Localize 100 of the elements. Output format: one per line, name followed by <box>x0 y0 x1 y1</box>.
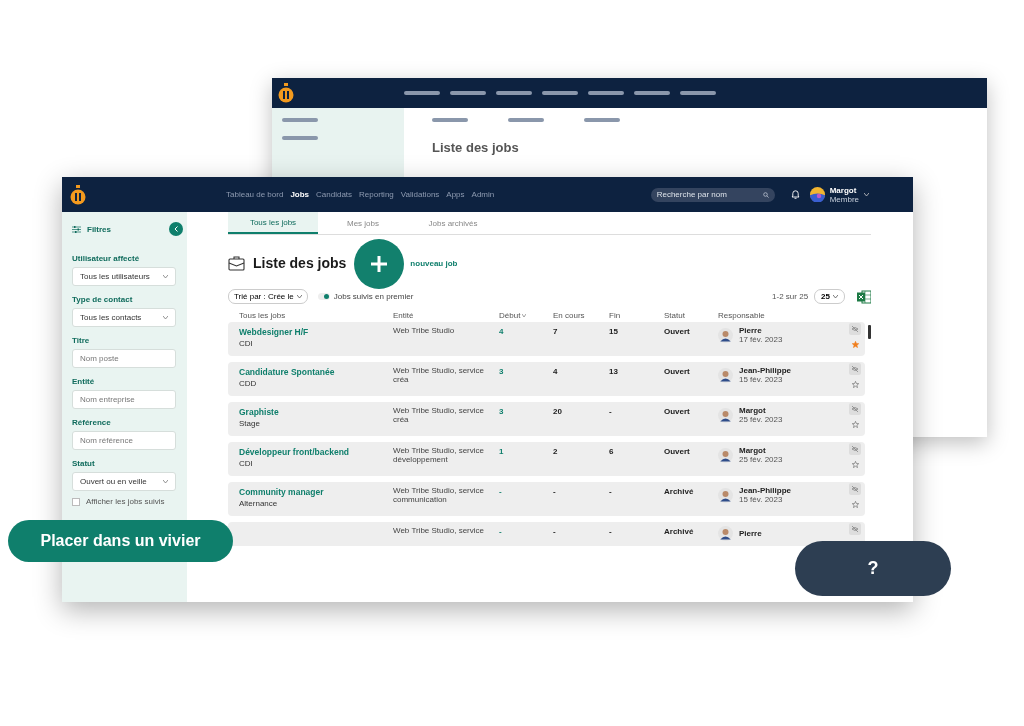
nav-link[interactable]: Validations <box>400 190 440 199</box>
add-button[interactable] <box>354 239 404 289</box>
table-row[interactable]: Web Tribe Studio, service - - - Archivé Pierre <box>228 522 865 546</box>
table-row[interactable]: Développeur front/backend CDI Web Tribe Studio, service développement 1 2 6 Ouvert Margot 25 fév. 2023 <box>228 442 865 476</box>
table-cell-text: Web Tribe Studio, service créa <box>393 407 485 425</box>
table-cell-text: - <box>609 527 613 536</box>
spreadsheet-icon[interactable] <box>857 289 871 304</box>
filter-label: Utilisateur affecté <box>72 254 141 263</box>
nav-link[interactable]: Tableau de bord <box>226 190 284 199</box>
bell-icon[interactable] <box>790 189 800 200</box>
hide-icon[interactable] <box>849 323 861 335</box>
table-cell-text: Web Tribe Studio, service créa <box>393 367 485 385</box>
star-icon[interactable] <box>851 501 859 508</box>
nav-link[interactable]: Apps <box>446 190 465 199</box>
table-cell-text: - <box>553 527 557 536</box>
select-field[interactable]: Ouvert ou en veille <box>72 472 176 491</box>
owner-date: 15 fév. 2023 <box>739 375 784 384</box>
job-title[interactable]: Graphiste <box>239 407 393 417</box>
owner-name: Pierre <box>739 326 763 335</box>
sort-icon[interactable] <box>522 313 527 317</box>
nav-link[interactable]: Admin <box>471 190 495 199</box>
tab[interactable]: Tous les jobs <box>228 212 318 234</box>
column-header[interactable]: Fin <box>609 310 621 320</box>
table-cell-text: 15 <box>609 327 619 336</box>
avatar-icon <box>718 367 733 383</box>
owner-date: 25 fév. 2023 <box>739 415 783 424</box>
tab[interactable]: Mes jobs <box>318 212 408 234</box>
text-placeholder <box>508 118 544 122</box>
user-role: Membre <box>829 194 859 204</box>
pagination-range: 1-2 sur 25 <box>772 292 809 301</box>
nav-link[interactable]: Jobs <box>290 190 310 199</box>
column-header[interactable]: Responsable <box>718 310 765 320</box>
text-placeholder <box>282 118 318 122</box>
star-icon[interactable] <box>851 341 859 348</box>
text-placeholder <box>496 91 532 95</box>
avatar-icon <box>809 187 825 202</box>
text-placeholder <box>282 136 318 140</box>
text-placeholder <box>432 118 468 122</box>
job-title[interactable]: Webdesigner H/F <box>239 327 393 337</box>
nav-link[interactable]: Candidats <box>316 190 353 199</box>
text-placeholder <box>634 91 670 95</box>
job-title[interactable]: Développeur front/backend <box>239 447 393 457</box>
job-title[interactable]: Candidature Spontanée <box>239 367 393 377</box>
select-field[interactable]: Tous les contacts <box>72 308 176 327</box>
table-row[interactable]: Webdesigner H/F CDI Web Tribe Studio 4 7 15 Ouvert Pierre 17 fév. 2023 <box>228 322 865 356</box>
hide-icon[interactable] <box>849 483 861 495</box>
table-cell-text: 3 <box>499 367 505 376</box>
table-row[interactable]: Community manager Alternance Web Tribe Studio, service communication - - - Archivé Jean-Philippe 15 fév. 2023 <box>228 482 865 516</box>
create-job-link[interactable]: nouveau job <box>410 258 458 268</box>
table-row[interactable]: Candidature Spontanée CDD Web Tribe Studio, service créa 3 4 13 Ouvert Jean-Philippe 15 fév. 2023 <box>228 362 865 396</box>
owner-name: Jean-Philippe <box>739 366 791 375</box>
hide-icon[interactable] <box>849 363 861 375</box>
avatar-icon <box>718 327 733 343</box>
column-header[interactable]: Tous les jobs <box>239 310 286 320</box>
user-name[interactable]: Margot <box>829 185 859 195</box>
text-placeholder <box>542 91 578 95</box>
sort-dropdown[interactable]: Trié par : Crée le <box>228 289 308 304</box>
table-cell-text: 4 <box>499 327 505 336</box>
job-title[interactable]: Community manager <box>239 487 393 497</box>
collapse-button[interactable] <box>169 222 183 236</box>
help-button[interactable]: ? <box>795 541 951 596</box>
sidebar-title: Filtres <box>87 224 111 234</box>
table-cell-text: 6 <box>609 447 615 456</box>
hide-icon[interactable] <box>849 403 861 415</box>
star-icon[interactable] <box>851 421 859 428</box>
filter-label: Type de contact <box>72 295 134 304</box>
table-cell-text: - <box>553 487 557 496</box>
select-field[interactable]: Tous les utilisateurs <box>72 267 176 286</box>
column-header[interactable]: Entité <box>393 310 414 320</box>
text-field[interactable]: Nom entreprise <box>72 390 176 409</box>
column-header[interactable]: Début <box>499 310 521 320</box>
owner-date: 17 fév. 2023 <box>739 335 783 344</box>
star-icon[interactable] <box>851 381 859 388</box>
toggle-switch[interactable] <box>317 293 330 300</box>
tab[interactable]: Jobs archivés <box>408 212 498 234</box>
table-cell-text: 2 <box>553 447 559 456</box>
checkbox[interactable] <box>72 497 80 506</box>
star-icon[interactable] <box>851 461 859 468</box>
column-header[interactable]: Statut <box>664 310 685 320</box>
text-field[interactable]: Nom poste <box>72 349 176 368</box>
table-cell-text: 1 <box>499 447 505 456</box>
nav-link[interactable]: Reporting <box>359 190 394 199</box>
table-cell-text: 13 <box>609 367 619 376</box>
column-header[interactable]: En cours <box>553 310 585 320</box>
caret-icon[interactable] <box>864 193 869 196</box>
search-field[interactable]: Recherche par nom <box>650 187 775 202</box>
owner-name: Pierre <box>739 529 762 538</box>
table-cell-text: 4 <box>553 367 559 376</box>
scrollbar[interactable] <box>868 325 871 339</box>
caret-icon <box>296 295 302 298</box>
hide-icon[interactable] <box>849 443 861 455</box>
hide-icon[interactable] <box>849 523 861 535</box>
table-row[interactable]: Graphiste Stage Web Tribe Studio, service créa 3 20 - Ouvert Margot 25 fév. 2023 <box>228 402 865 436</box>
text-field[interactable]: Nom référence <box>72 431 176 450</box>
page-size-dropdown[interactable]: 25 <box>814 289 845 304</box>
pool-button[interactable]: Placer dans un vivier <box>8 520 233 562</box>
chevron-icon <box>173 226 179 232</box>
text-placeholder <box>584 118 620 122</box>
plus-icon <box>370 255 388 273</box>
search-icon <box>762 191 769 198</box>
